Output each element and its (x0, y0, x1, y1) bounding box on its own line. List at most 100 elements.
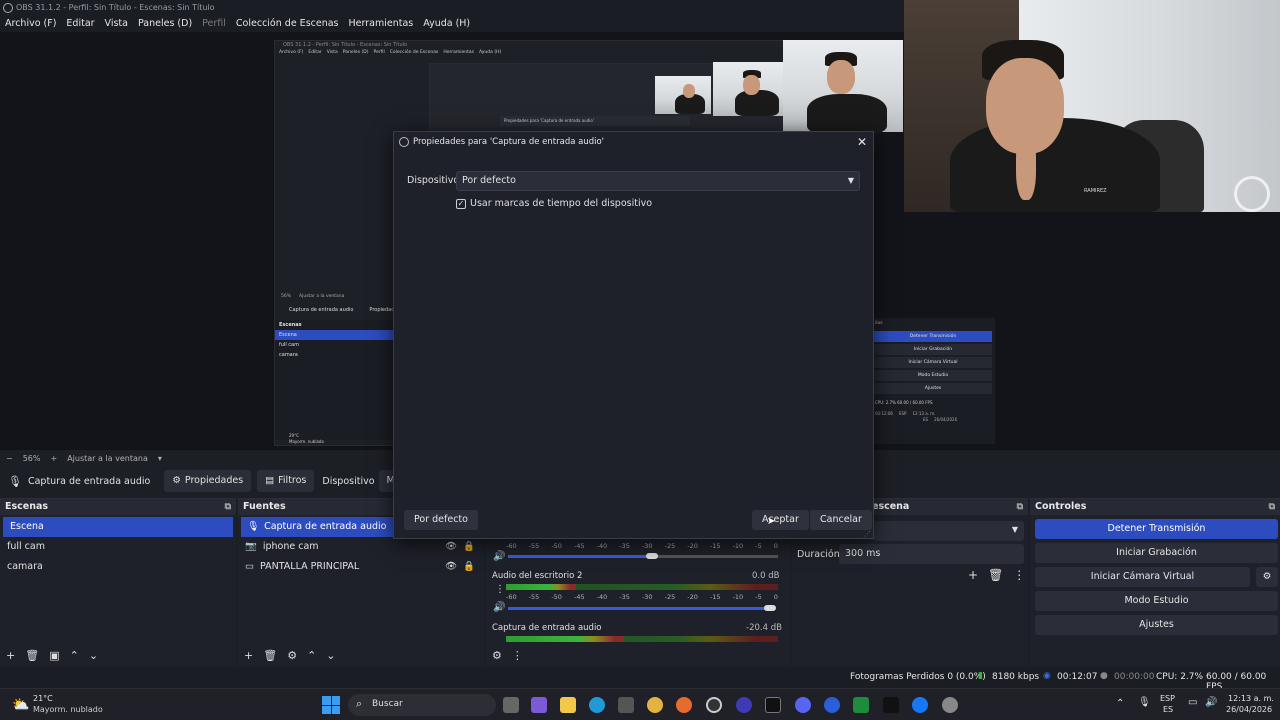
facebook-icon[interactable] (912, 697, 928, 713)
menu-help[interactable]: Ayuda (H) (423, 16, 470, 32)
nested-tray-2: ES 26/04/2026 (871, 416, 995, 422)
zoom-dropdown-icon[interactable]: ▾ (158, 454, 162, 463)
add-scene-icon[interactable]: + (6, 649, 15, 662)
eye-icon[interactable]: 👁 (445, 557, 457, 577)
menu-file[interactable]: Archivo (F) (5, 16, 56, 32)
menu-edit[interactable]: Editar (66, 16, 94, 32)
stop-streaming-button[interactable]: Detener Transmisión (1035, 519, 1278, 539)
chevron-up-icon[interactable]: ⌃ (1116, 698, 1124, 709)
scenes-dock: Escenas ⧉ Escena full cam camara + 🗑 ▣ ⌃ … (0, 498, 236, 666)
lock-icon[interactable]: 🔒 (463, 537, 475, 557)
chrome-icon[interactable] (647, 697, 663, 713)
add-source-icon[interactable]: + (244, 649, 253, 662)
volume-slider[interactable] (508, 555, 658, 558)
fit-to-window[interactable]: Ajustar a la ventana (67, 454, 148, 463)
store-icon[interactable] (618, 697, 634, 713)
move-up-icon[interactable]: ⌃ (307, 649, 316, 662)
menu-profile[interactable]: Perfil (202, 16, 226, 32)
volume-slider[interactable] (508, 607, 770, 610)
start-icon[interactable] (322, 696, 340, 714)
eye-icon[interactable]: 👁 (445, 537, 457, 557)
source-item[interactable]: 📷 iphone cam 👁 🔒 (238, 537, 484, 557)
volume-icon[interactable]: 🔊 (1205, 697, 1217, 708)
menu-scene-collection[interactable]: Colección de Escenas (236, 16, 339, 32)
discord-icon[interactable] (795, 697, 811, 713)
app-icon[interactable] (736, 697, 752, 713)
advanced-audio-icon[interactable]: ⚙ (492, 649, 502, 662)
menu-docks[interactable]: Paneles (D) (138, 16, 192, 32)
teams-icon[interactable] (531, 697, 547, 713)
scene-item[interactable]: camara (0, 557, 236, 577)
scene-item[interactable]: full cam (0, 537, 236, 557)
nested-fit: Ajustar a la ventana (299, 294, 345, 299)
app-icon[interactable] (765, 697, 781, 713)
delete-transition-icon[interactable]: 🗑 (988, 568, 1003, 582)
taskbar-date[interactable]: 26/04/2026 (1226, 705, 1272, 714)
nested-control-btn: Iniciar Cámara Virtual (874, 357, 992, 368)
task-view-icon[interactable] (503, 697, 519, 713)
undock-icon[interactable]: ⧉ (225, 499, 231, 515)
transition-menu-icon[interactable]: ⋮ (1013, 568, 1025, 582)
start-recording-button[interactable]: Iniciar Grabación (1035, 543, 1278, 563)
settings-icon[interactable] (942, 697, 958, 713)
microphone-icon[interactable]: 🎙 (1138, 697, 1151, 708)
nested-control-btn: Modo Estudio (874, 370, 992, 381)
zoom-in-button[interactable]: + (50, 454, 57, 463)
delete-source-icon[interactable]: 🗑 (263, 649, 277, 662)
add-transition-icon[interactable]: + (968, 568, 978, 582)
delete-scene-icon[interactable]: 🗑 (25, 649, 39, 662)
taskbar-region[interactable]: ES (1163, 705, 1173, 714)
lock-icon[interactable]: 🔒 (463, 557, 475, 577)
app-icon[interactable] (824, 697, 840, 713)
volume-knob[interactable] (646, 553, 658, 559)
zoom-out-button[interactable]: − (6, 454, 13, 463)
tiktok-icon[interactable] (883, 697, 899, 713)
camera-thumb-sm (713, 62, 783, 116)
firefox-icon[interactable] (676, 697, 692, 713)
properties-button[interactable]: ⚙ Propiedades (164, 470, 252, 492)
scene-filters-icon[interactable]: ▣ (49, 649, 59, 662)
channel-menu-icon[interactable]: ⋮ (495, 584, 505, 595)
scenes-title: Escenas (5, 501, 49, 512)
ok-button[interactable]: Aceptar (752, 510, 809, 530)
duration-input[interactable]: 300 ms (839, 544, 1024, 564)
channel-name: Audio del escritorio 2 (492, 571, 583, 581)
menu-view[interactable]: Vista (105, 16, 128, 32)
move-down-icon[interactable]: ⌄ (326, 649, 335, 662)
move-down-icon[interactable]: ⌄ (89, 649, 98, 662)
meter-scale: -60 -55 -50 -45 -40 -35 -30 -25 -20 -15 -10 -5 0 (506, 593, 778, 601)
transition-select[interactable]: ▼ (874, 521, 1024, 541)
obs-icon[interactable] (706, 697, 722, 713)
device-dropdown[interactable]: Por defecto ▼ (456, 171, 860, 191)
virtual-camera-settings-icon[interactable]: ⚙ (1256, 567, 1278, 587)
timestamps-checkbox[interactable]: ✓ (456, 199, 466, 209)
source-item[interactable]: ▭ PANTALLA PRINCIPAL 👁 🔒 (238, 557, 484, 577)
undock-icon[interactable]: ⧉ (1269, 499, 1275, 515)
filters-button[interactable]: ▤ Filtros (257, 470, 315, 492)
scenes-header: Escenas ⧉ (0, 499, 236, 515)
undock-icon[interactable]: ⧉ (1017, 499, 1023, 515)
cancel-button[interactable]: Cancelar (810, 510, 872, 530)
edge-icon[interactable] (589, 697, 605, 713)
speaker-icon[interactable]: 🔊 (493, 551, 505, 562)
file-explorer-icon[interactable] (560, 697, 576, 713)
mixer-menu-icon[interactable]: ⋮ (512, 649, 523, 662)
taskbar-time[interactable]: 12:13 a. m. (1228, 694, 1274, 703)
close-icon[interactable]: ✕ (857, 132, 867, 152)
taskbar-search[interactable]: ⌕ Buscar (348, 694, 496, 716)
scene-item[interactable]: Escena (3, 517, 233, 537)
menu-tools[interactable]: Herramientas (349, 16, 414, 32)
defaults-button[interactable]: Por defecto (404, 510, 478, 530)
excel-icon[interactable] (853, 697, 869, 713)
speaker-icon[interactable]: 🔊 (493, 602, 505, 613)
network-icon[interactable]: ▭ (1188, 697, 1197, 708)
taskbar-lang[interactable]: ESP (1160, 694, 1175, 703)
move-up-icon[interactable]: ⌃ (70, 649, 79, 662)
nested-weather-desc: Mayorm. nublado (289, 439, 324, 444)
volume-knob[interactable] (764, 605, 776, 611)
source-properties-icon[interactable]: ⚙ (287, 649, 297, 662)
studio-mode-button[interactable]: Modo Estudio (1035, 591, 1278, 611)
start-virtual-camera-button[interactable]: Iniciar Cámara Virtual (1035, 567, 1250, 587)
settings-button[interactable]: Ajustes (1035, 615, 1278, 635)
resize-grip-icon[interactable]: ⋰ (864, 530, 871, 538)
